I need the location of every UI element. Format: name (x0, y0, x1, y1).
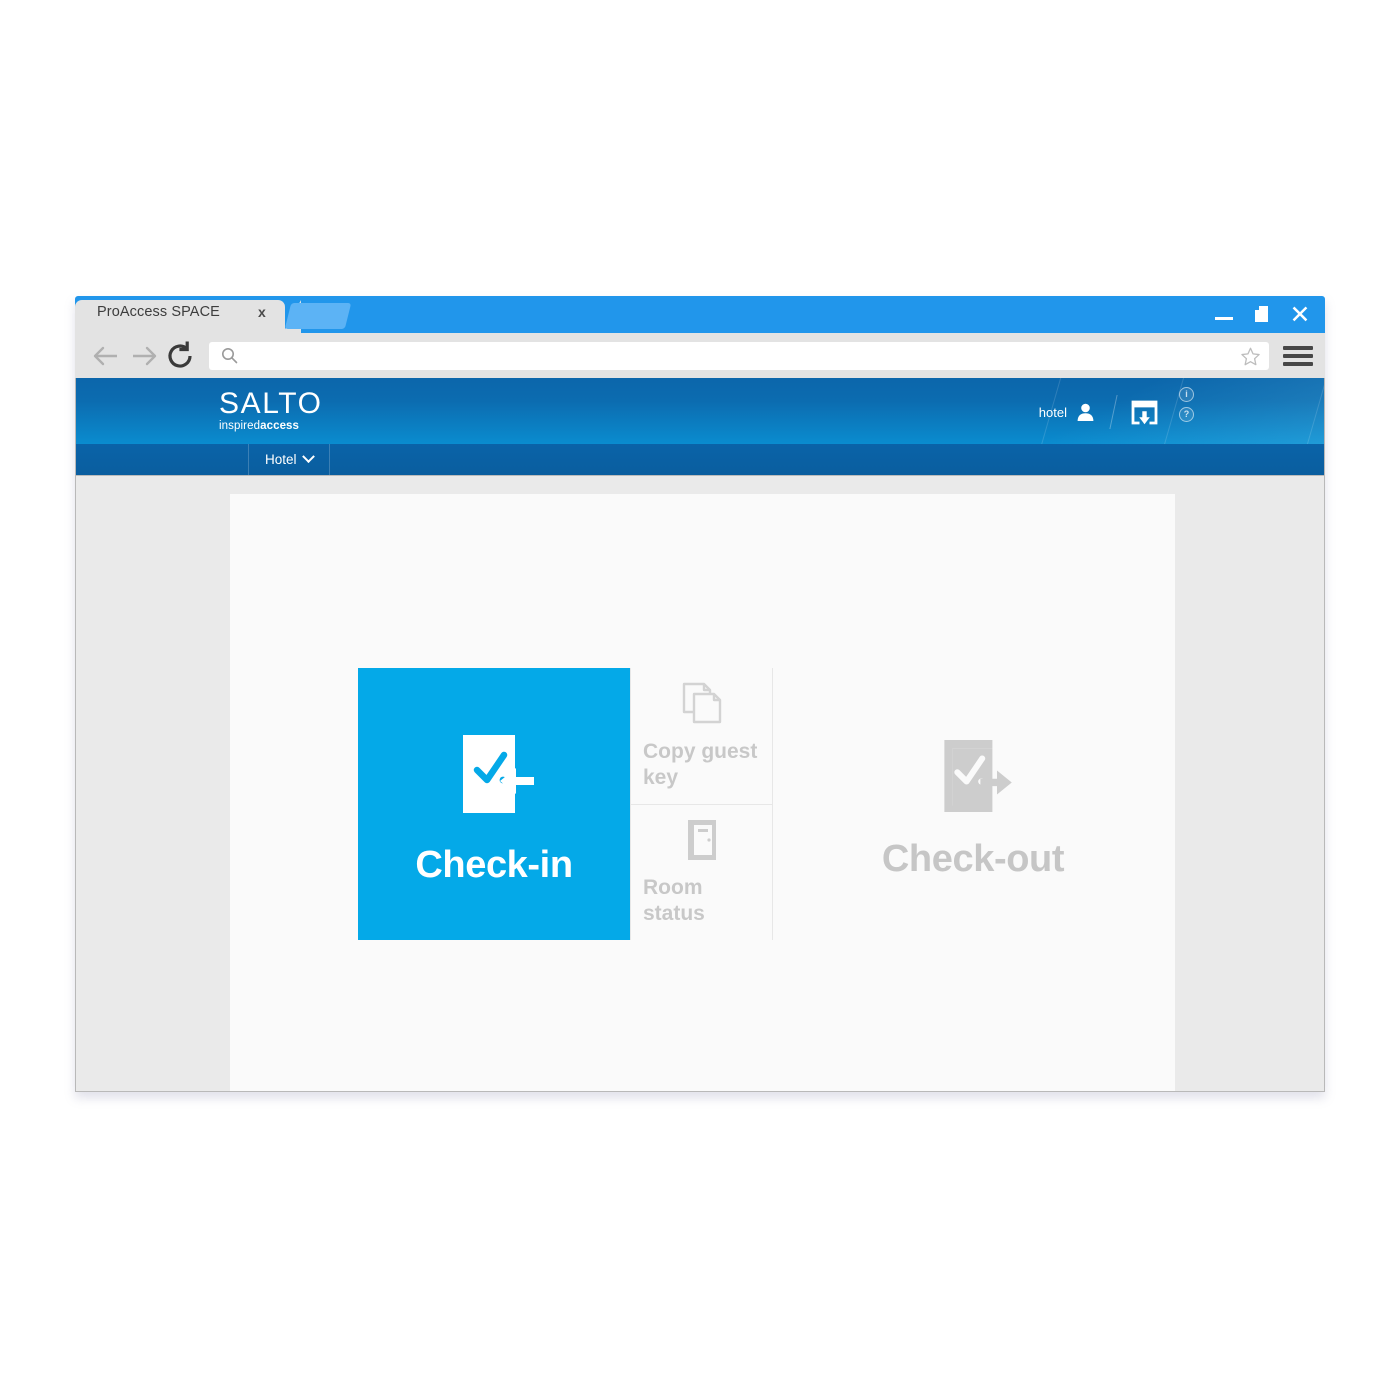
salto-logo: SALTO inspiredaccess (219, 387, 339, 433)
tile-check-in-label: Check-in (415, 843, 573, 886)
user-account-button[interactable]: hotel (1039, 402, 1113, 422)
app-nav-bar: Hotel (76, 444, 1324, 476)
page-viewport: SALTO inspiredaccess hotel i ? Hotel Che… (75, 378, 1325, 1092)
copy-guest-key-icon-box (639, 680, 764, 727)
header-badges: i ? (1179, 386, 1194, 422)
door-check-out-icon (944, 739, 1012, 812)
app-header: SALTO inspiredaccess hotel i ? (76, 378, 1324, 444)
tile-check-out[interactable]: Check-out (773, 668, 1173, 940)
back-arrow-icon[interactable] (87, 340, 125, 372)
tagline-bold: access (260, 420, 300, 432)
browser-tab-title: ProAccess SPACE (97, 304, 220, 320)
user-account-label: hotel (1038, 404, 1067, 420)
chevron-down-icon (301, 450, 315, 464)
nav-item-hotel-label: Hotel (265, 452, 297, 467)
door-check-in-icon (463, 734, 534, 813)
address-bar[interactable] (209, 341, 1269, 372)
nav-item-hotel[interactable]: Hotel (248, 444, 330, 475)
content-panel: Check-in Copy guest key Room status Chec… (230, 494, 1175, 1091)
tile-copy-guest-key[interactable]: Copy guest key (631, 668, 772, 804)
star-icon[interactable] (1240, 346, 1261, 372)
tagline-light: inspired (219, 420, 261, 432)
download-window-icon (1131, 400, 1158, 424)
hotel-actions-tiles: Check-in Copy guest key Room status Chec… (358, 668, 1173, 940)
close-window-icon[interactable]: ✕ (1289, 302, 1311, 327)
salto-logo-tagline: inspiredaccess (219, 420, 339, 432)
browser-toolbar (75, 333, 1325, 378)
window-controls: ✕ (1213, 298, 1311, 331)
tile-check-in[interactable]: Check-in (358, 668, 630, 940)
tile-check-out-label: Check-out (881, 837, 1065, 880)
close-tab-icon[interactable]: x (258, 304, 266, 320)
copy-documents-icon (682, 683, 722, 724)
help-icon[interactable]: ? (1179, 406, 1194, 422)
download-window-button[interactable] (1114, 399, 1175, 426)
salto-logo-word: SALTO (219, 387, 323, 420)
hamburger-menu-icon[interactable] (1283, 343, 1313, 369)
header-diagonal-line (1292, 378, 1324, 444)
room-status-icon-box (639, 817, 764, 863)
info-icon[interactable]: i (1179, 386, 1194, 402)
forward-arrow-icon[interactable] (125, 340, 163, 372)
user-icon (1077, 403, 1094, 421)
secondary-actions-column: Copy guest key Room status (630, 668, 773, 940)
screenshot-root: ProAccess SPACE x ✕ SALTO inspiredaccess… (0, 0, 1400, 1400)
reload-icon[interactable] (163, 339, 201, 373)
maximize-icon[interactable] (1251, 304, 1273, 326)
door-icon (687, 820, 716, 861)
browser-window: ProAccess SPACE x ✕ SALTO inspiredaccess… (75, 296, 1325, 1092)
tile-room-status-label: Room status (643, 876, 705, 926)
search-icon (222, 348, 238, 364)
new-tab-button[interactable] (284, 303, 352, 329)
tile-room-status[interactable]: Room status (631, 803, 772, 941)
minimize-icon[interactable] (1213, 304, 1235, 326)
browser-tabstrip: ProAccess SPACE x ✕ (75, 296, 1325, 333)
header-actions: hotel i ? (1039, 386, 1194, 429)
tile-copy-guest-key-label: Copy guest key (643, 740, 758, 790)
